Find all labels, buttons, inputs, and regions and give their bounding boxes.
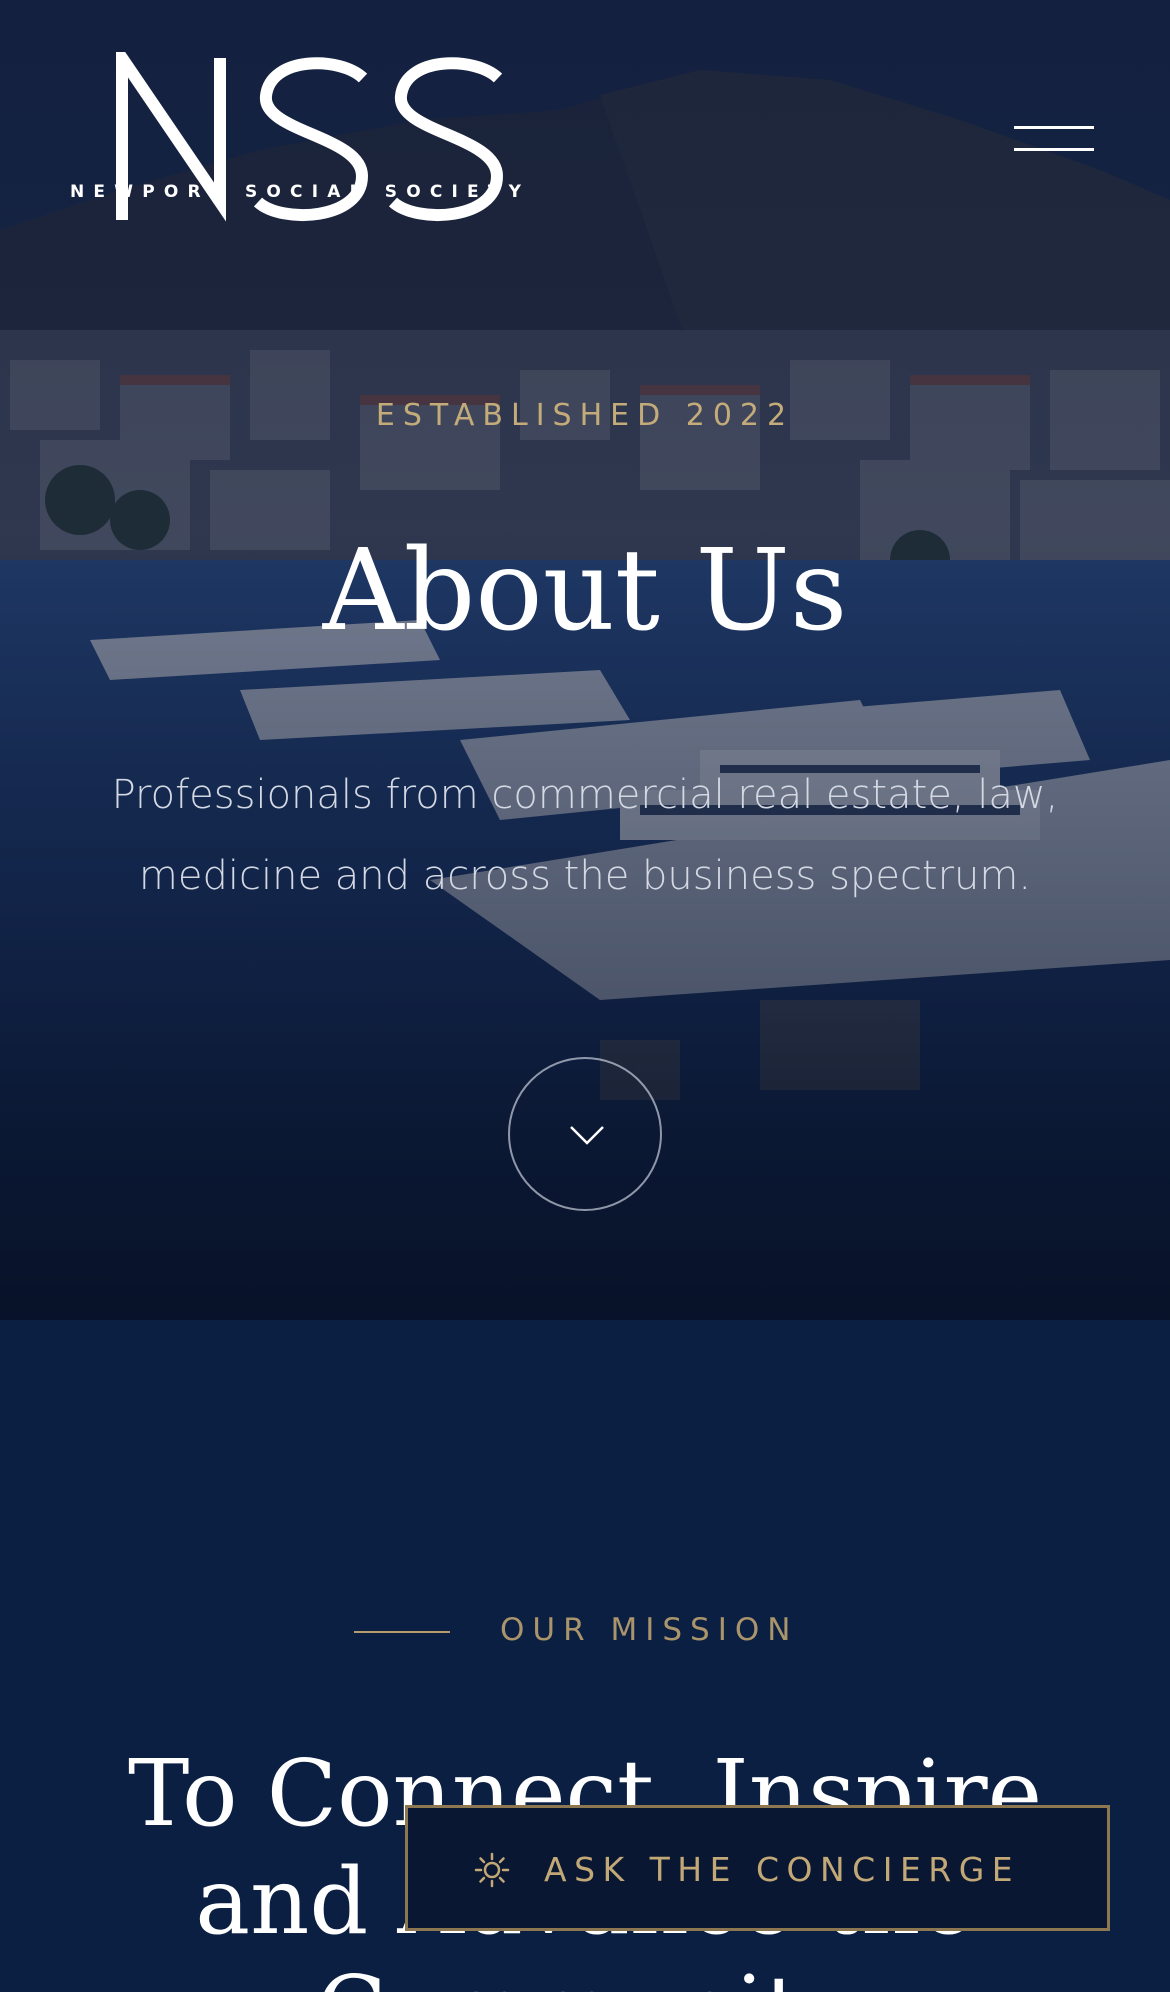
mission-label-group: OUR MISSION xyxy=(354,1612,824,1652)
concierge-label: ASK THE CONCIERGE xyxy=(544,1850,1021,1889)
logo-subtitle: NEWPORT SOCIAL SOCIETY xyxy=(70,182,531,202)
scroll-down-button[interactable] xyxy=(508,1057,662,1211)
menu-bar-bottom xyxy=(1014,148,1094,151)
sun-icon xyxy=(474,1852,510,1888)
brand-logo[interactable]: NEWPORT SOCIAL SOCIETY xyxy=(70,52,560,227)
page-title: About Us xyxy=(322,526,848,656)
mission-label: OUR MISSION xyxy=(500,1612,799,1648)
mission-divider xyxy=(354,1631,450,1633)
hero-section: NEWPORT SOCIAL SOCIETY ESTABLISHED 2022 … xyxy=(0,0,1170,1320)
chevron-down-icon xyxy=(570,1126,604,1145)
menu-bar-top xyxy=(1014,126,1094,129)
ask-concierge-button[interactable]: ASK THE CONCIERGE xyxy=(405,1805,1110,1931)
hero-eyebrow: ESTABLISHED 2022 xyxy=(375,398,795,433)
hero-description: Professionals from commercial real estat… xyxy=(111,772,1059,899)
hamburger-menu-icon[interactable] xyxy=(1010,122,1098,156)
